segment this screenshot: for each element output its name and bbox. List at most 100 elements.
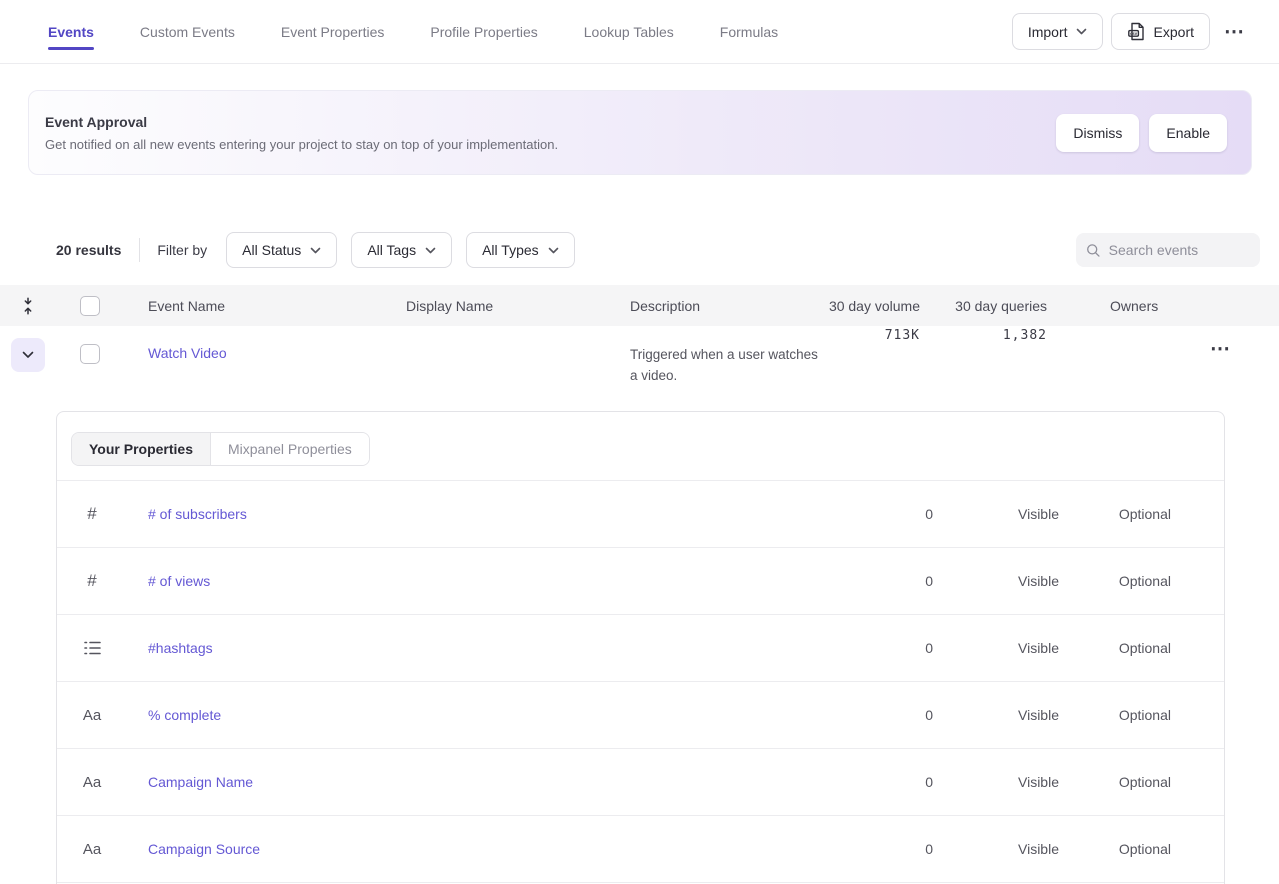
property-name-link[interactable]: #hashtags bbox=[148, 640, 873, 656]
chevron-down-icon bbox=[425, 247, 436, 254]
column-header-owners: Owners bbox=[1047, 298, 1189, 314]
properties-tab-control: Your Properties Mixpanel Properties bbox=[71, 432, 370, 466]
search-icon bbox=[1086, 242, 1101, 259]
property-visibility: Visible bbox=[933, 640, 1059, 656]
event-30-day-queries: 1,382 bbox=[1003, 328, 1047, 343]
search-events-input[interactable] bbox=[1109, 242, 1250, 258]
banner-title: Event Approval bbox=[45, 114, 558, 130]
property-row: #hashtags 0 Visible Optional bbox=[57, 615, 1224, 682]
event-name-link[interactable]: Watch Video bbox=[148, 345, 227, 361]
tags-filter-dropdown[interactable]: All Tags bbox=[351, 232, 452, 268]
filter-bar: 20 results Filter by All Status All Tags… bbox=[56, 232, 1260, 268]
property-requirement: Optional bbox=[1059, 506, 1171, 522]
property-name-link[interactable]: # of views bbox=[148, 573, 873, 589]
search-events-box bbox=[1076, 233, 1260, 267]
event-description: Triggered when a user watches a video. bbox=[630, 344, 820, 386]
types-filter-dropdown[interactable]: All Types bbox=[466, 232, 575, 268]
property-row: Aa Campaign Source 0 Visible Optional bbox=[57, 816, 1224, 883]
property-row: # # of views 0 Visible Optional bbox=[57, 548, 1224, 615]
nav-tabs: Events Custom Events Event Properties Pr… bbox=[48, 0, 778, 63]
tab-mixpanel-properties[interactable]: Mixpanel Properties bbox=[211, 433, 369, 465]
export-button-label: Export bbox=[1154, 24, 1194, 40]
events-table-header: Event Name Display Name Description 30 d… bbox=[0, 285, 1279, 326]
nav-tab-event-properties[interactable]: Event Properties bbox=[281, 0, 385, 63]
number-property-icon: # bbox=[77, 504, 107, 524]
property-visibility: Visible bbox=[933, 774, 1059, 790]
property-name-link[interactable]: % complete bbox=[148, 707, 873, 723]
property-name-link[interactable]: Campaign Source bbox=[148, 841, 873, 857]
property-requirement: Optional bbox=[1059, 774, 1171, 790]
property-requirement: Optional bbox=[1059, 707, 1171, 723]
export-button[interactable]: csv Export bbox=[1111, 13, 1210, 50]
property-requirement: Optional bbox=[1059, 841, 1171, 857]
column-header-description: Description bbox=[630, 298, 820, 314]
nav-tab-profile-properties[interactable]: Profile Properties bbox=[430, 0, 537, 63]
property-row: Aa Campaign Name 0 Visible Optional bbox=[57, 749, 1224, 816]
status-filter-label: All Status bbox=[242, 242, 301, 258]
collapse-all-icon[interactable] bbox=[21, 297, 35, 315]
chevron-down-icon bbox=[548, 247, 559, 254]
property-count: 0 bbox=[873, 774, 933, 790]
number-property-icon: # bbox=[77, 571, 107, 591]
filter-by-label: Filter by bbox=[157, 242, 207, 258]
event-30-day-volume: 713K bbox=[885, 328, 920, 343]
column-header-display-name: Display Name bbox=[406, 298, 630, 314]
nav-actions: Import csv Export ⋯ bbox=[1012, 13, 1251, 50]
text-property-icon: Aa bbox=[77, 774, 107, 791]
list-property-icon bbox=[77, 640, 107, 656]
row-expander-button[interactable] bbox=[11, 338, 45, 372]
property-requirement: Optional bbox=[1059, 640, 1171, 656]
banner-description: Get notified on all new events entering … bbox=[45, 137, 558, 152]
property-count: 0 bbox=[873, 707, 933, 723]
table-row-watch-video: Watch Video Triggered when a user watche… bbox=[0, 326, 1279, 396]
property-count: 0 bbox=[873, 506, 933, 522]
results-count: 20 results bbox=[56, 242, 121, 258]
import-button[interactable]: Import bbox=[1012, 13, 1103, 50]
property-visibility: Visible bbox=[933, 707, 1059, 723]
column-header-30-day-volume: 30 day volume bbox=[820, 298, 920, 314]
nav-tab-formulas[interactable]: Formulas bbox=[720, 0, 778, 63]
nav-tab-lookup-tables[interactable]: Lookup Tables bbox=[584, 0, 674, 63]
text-property-icon: Aa bbox=[77, 707, 107, 724]
nav-tab-events[interactable]: Events bbox=[48, 0, 94, 63]
select-all-checkbox[interactable] bbox=[80, 296, 100, 316]
chevron-down-icon bbox=[1076, 28, 1087, 35]
property-row: Aa % complete 0 Visible Optional bbox=[57, 682, 1224, 749]
enable-button[interactable]: Enable bbox=[1149, 114, 1227, 152]
dismiss-button[interactable]: Dismiss bbox=[1056, 114, 1139, 152]
properties-panel: Your Properties Mixpanel Properties # # … bbox=[56, 411, 1225, 884]
column-header-30-day-queries: 30 day queries bbox=[920, 298, 1047, 314]
property-name-link[interactable]: Campaign Name bbox=[148, 774, 873, 790]
property-visibility: Visible bbox=[933, 506, 1059, 522]
row-more-options-button[interactable]: ⋯ bbox=[1204, 335, 1237, 363]
nav-tab-custom-events[interactable]: Custom Events bbox=[140, 0, 235, 63]
tags-filter-label: All Tags bbox=[367, 242, 416, 258]
property-requirement: Optional bbox=[1059, 573, 1171, 589]
column-header-event-name: Event Name bbox=[148, 298, 406, 314]
import-button-label: Import bbox=[1028, 24, 1068, 40]
banner-actions: Dismiss Enable bbox=[1056, 114, 1227, 152]
divider bbox=[139, 238, 140, 262]
row-checkbox[interactable] bbox=[80, 344, 100, 364]
tab-your-properties[interactable]: Your Properties bbox=[72, 433, 211, 465]
property-count: 0 bbox=[873, 640, 933, 656]
chevron-down-icon bbox=[310, 247, 321, 254]
property-count: 0 bbox=[873, 573, 933, 589]
csv-file-icon: csv bbox=[1127, 22, 1146, 41]
property-count: 0 bbox=[873, 841, 933, 857]
banner-text: Event Approval Get notified on all new e… bbox=[45, 114, 558, 152]
more-options-button[interactable]: ⋯ bbox=[1218, 18, 1251, 46]
properties-tabbar: Your Properties Mixpanel Properties bbox=[57, 412, 1224, 466]
chevron-down-icon bbox=[22, 351, 34, 359]
top-navigation: Events Custom Events Event Properties Pr… bbox=[0, 0, 1279, 64]
svg-text:csv: csv bbox=[1130, 31, 1138, 36]
property-name-link[interactable]: # of subscribers bbox=[148, 506, 873, 522]
property-visibility: Visible bbox=[933, 573, 1059, 589]
status-filter-dropdown[interactable]: All Status bbox=[226, 232, 337, 268]
property-row: # # of subscribers 0 Visible Optional bbox=[57, 481, 1224, 548]
properties-list: # # of subscribers 0 Visible Optional # … bbox=[57, 481, 1224, 883]
text-property-icon: Aa bbox=[77, 841, 107, 858]
property-visibility: Visible bbox=[933, 841, 1059, 857]
types-filter-label: All Types bbox=[482, 242, 539, 258]
event-approval-banner: Event Approval Get notified on all new e… bbox=[28, 90, 1252, 175]
